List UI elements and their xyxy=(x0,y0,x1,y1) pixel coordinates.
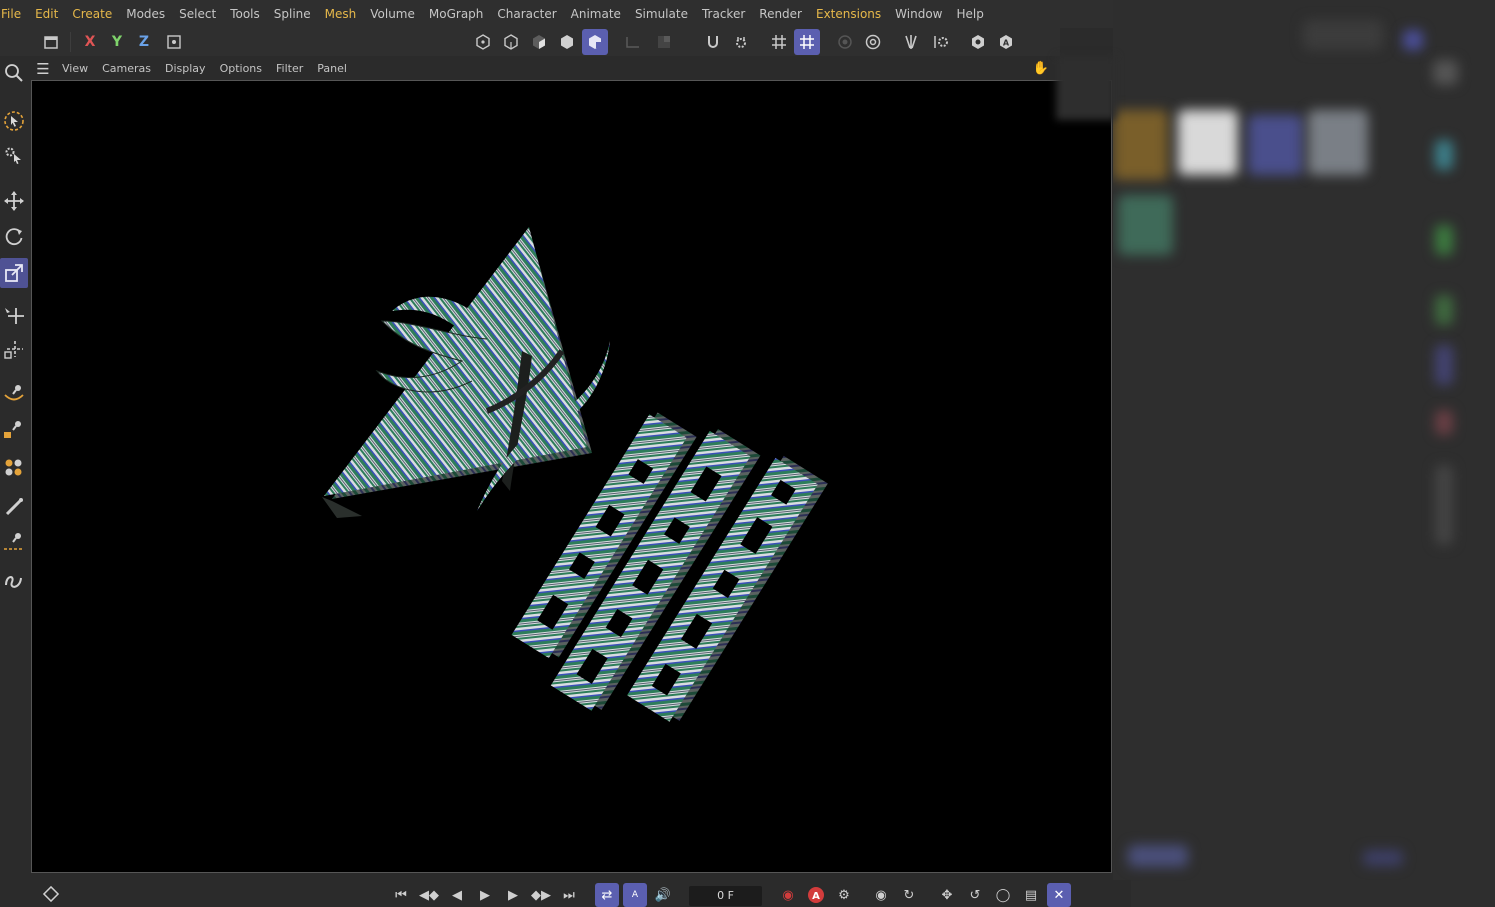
edges-mode-icon[interactable] xyxy=(526,29,552,55)
snap-settings-icon[interactable] xyxy=(728,29,754,55)
menu-file[interactable]: File xyxy=(0,0,28,28)
key-move-icon[interactable]: ✥ xyxy=(935,883,959,907)
loop-icon[interactable]: ⇄ xyxy=(595,883,619,907)
keyframe-icon[interactable] xyxy=(43,886,59,902)
points-mode-icon[interactable] xyxy=(498,29,524,55)
material-thumbnail-2[interactable] xyxy=(1178,110,1238,175)
menu-modes[interactable]: Modes xyxy=(119,0,172,28)
next-frame-icon[interactable]: ▶ xyxy=(501,883,525,907)
menu-tools[interactable]: Tools xyxy=(223,0,267,28)
go-to-end-icon[interactable]: ⏭ xyxy=(557,883,581,907)
pan-hand-icon[interactable]: ✋ xyxy=(1032,60,1050,78)
transform-icon[interactable] xyxy=(0,300,28,330)
menu-simulate[interactable]: Simulate xyxy=(628,0,695,28)
material-thumbnail-5[interactable] xyxy=(1118,195,1173,255)
logo-triangle-shape xyxy=(322,227,610,518)
selection-tools-icon[interactable] xyxy=(0,140,28,170)
workplane-icon[interactable] xyxy=(620,29,646,55)
left-tool-column xyxy=(0,58,30,880)
current-frame-field[interactable]: 0 F xyxy=(689,886,762,906)
3d-viewport[interactable] xyxy=(31,80,1112,873)
key-parameter-icon[interactable]: ◯ xyxy=(991,883,1015,907)
menu-mograph[interactable]: MoGraph xyxy=(422,0,491,28)
scale-icon[interactable] xyxy=(0,258,28,288)
hamburger-menu-icon[interactable]: ☰ xyxy=(31,58,55,80)
spline-tools-icon[interactable] xyxy=(0,414,28,444)
grid-snap-icon[interactable] xyxy=(794,29,820,55)
polygons-mode-icon[interactable] xyxy=(554,29,580,55)
viewport-menu-cameras[interactable]: Cameras xyxy=(95,58,158,80)
viewport-menu-filter[interactable]: Filter xyxy=(269,58,310,80)
menu-render[interactable]: Render xyxy=(752,0,809,28)
sketch-icon[interactable] xyxy=(0,566,28,596)
menu-help[interactable]: Help xyxy=(950,0,991,28)
key-position-icon[interactable]: ◉ xyxy=(869,883,893,907)
grid-icon[interactable] xyxy=(766,29,792,55)
model-mode-icon[interactable] xyxy=(470,29,496,55)
menu-character[interactable]: Character xyxy=(490,0,563,28)
spline-draw-icon[interactable] xyxy=(0,526,28,556)
svg-text:A: A xyxy=(812,891,820,902)
menu-mesh[interactable]: Mesh xyxy=(318,0,364,28)
menu-window[interactable]: Window xyxy=(888,0,949,28)
menu-extensions[interactable]: Extensions xyxy=(809,0,888,28)
keyframe-settings-icon[interactable]: ⚙ xyxy=(832,883,856,907)
key-scale-icon[interactable]: ↺ xyxy=(963,883,987,907)
menu-spline[interactable]: Spline xyxy=(267,0,318,28)
viewport-menu-options[interactable]: Options xyxy=(213,58,269,80)
paint-brush-icon[interactable] xyxy=(0,492,28,522)
record-icon[interactable]: ◉ xyxy=(776,883,800,907)
axis-z-lock-button[interactable]: Z xyxy=(131,29,157,55)
object-mode-icon[interactable] xyxy=(582,29,608,55)
play-icon[interactable]: ▶ xyxy=(473,883,497,907)
main-toolbar: X Y Z A xyxy=(0,28,1060,56)
move-icon[interactable] xyxy=(0,186,28,216)
render-view-icon[interactable] xyxy=(832,29,858,55)
solo-icon[interactable] xyxy=(651,29,677,55)
key-pla-icon[interactable]: ▤ xyxy=(1019,883,1043,907)
snap-icon[interactable] xyxy=(700,29,726,55)
material-thumbnail-1[interactable] xyxy=(1113,110,1168,180)
timeline-ruler-icon[interactable]: A xyxy=(623,883,647,907)
viewport-header: ☰ View Cameras Display Options Filter Pa… xyxy=(31,58,1060,80)
viewport-menu-panel[interactable]: Panel xyxy=(310,58,354,80)
menu-tracker[interactable]: Tracker xyxy=(695,0,752,28)
timeline-bar: ⏮ ◀◆ ◀ ▶ ▶ ◆▶ ⏭ ⇄ A 🔊 0 F ◉ A ⚙ ◉ ↻ ✥ ↺ … xyxy=(31,880,1131,907)
mirror-icon[interactable] xyxy=(898,29,924,55)
viewport-menu-view[interactable]: View xyxy=(55,58,95,80)
menu-animate[interactable]: Animate xyxy=(564,0,628,28)
sound-icon[interactable]: 🔊 xyxy=(651,883,675,907)
world-coords-icon[interactable] xyxy=(161,29,187,55)
rotate-icon[interactable] xyxy=(0,222,28,252)
search-icon[interactable] xyxy=(0,58,28,88)
key-rotation-icon[interactable]: ↻ xyxy=(897,883,921,907)
svg-text:A: A xyxy=(1003,39,1010,48)
auto-icon[interactable]: A xyxy=(993,29,1019,55)
previous-frame-icon[interactable]: ◀ xyxy=(445,883,469,907)
axis-x-lock-button[interactable]: X xyxy=(77,29,103,55)
key-point-icon[interactable]: ✕ xyxy=(1047,883,1071,907)
menu-select[interactable]: Select xyxy=(172,0,223,28)
render-settings-icon[interactable] xyxy=(860,29,886,55)
multi-transform-icon[interactable] xyxy=(0,334,28,364)
next-key-icon[interactable]: ◆▶ xyxy=(529,883,553,907)
autokey-button[interactable]: A xyxy=(804,883,828,907)
menu-create[interactable]: Create xyxy=(65,0,119,28)
right-side-panel-blurred xyxy=(1113,0,1495,907)
viewport-menu-display[interactable]: Display xyxy=(158,58,213,80)
go-to-start-icon[interactable]: ⏮ xyxy=(389,883,413,907)
spline-pen-icon[interactable] xyxy=(0,378,28,408)
axis-y-lock-button[interactable]: Y xyxy=(104,29,130,55)
material-thumbnail-4[interactable] xyxy=(1308,110,1368,175)
menu-edit[interactable]: Edit xyxy=(28,0,65,28)
settings-icon[interactable] xyxy=(928,29,954,55)
hide-icon[interactable] xyxy=(965,29,991,55)
material-thumbnail-3[interactable] xyxy=(1248,115,1303,175)
live-selection-icon[interactable] xyxy=(0,106,28,136)
previous-key-icon[interactable]: ◀◆ xyxy=(417,883,441,907)
rendered-3d-logo xyxy=(322,227,828,722)
generators-icon[interactable] xyxy=(0,452,28,482)
menu-volume[interactable]: Volume xyxy=(363,0,422,28)
undo-icon[interactable] xyxy=(38,29,64,55)
